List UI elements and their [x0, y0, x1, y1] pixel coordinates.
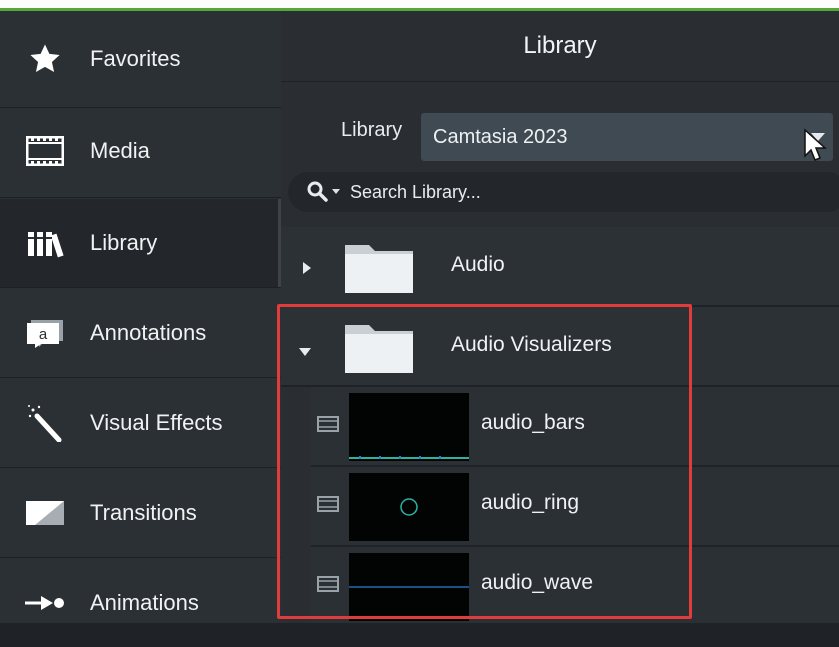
folder-name: Audio [451, 253, 505, 276]
asset-row-audio-bars[interactable]: audio_bars [311, 387, 839, 465]
animation-arrow-icon [0, 593, 90, 613]
asset-name: audio_bars [481, 411, 585, 434]
media-clip-icon [317, 496, 339, 517]
search-input[interactable]: Search Library... [350, 182, 481, 203]
sidebar-item-label: Annotations [90, 320, 207, 345]
svg-text:a: a [39, 326, 48, 343]
library-books-icon [0, 228, 90, 258]
divider [0, 467, 281, 468]
divider [281, 81, 839, 82]
asset-thumbnail [349, 473, 469, 541]
sidebar-item-animations[interactable]: Animations [0, 559, 281, 647]
folder-row-audio[interactable]: Audio [281, 227, 839, 305]
sidebar-item-annotations[interactable]: a Annotations [0, 289, 281, 377]
sidebar-item-media[interactable]: Media [0, 107, 281, 195]
divider [0, 287, 281, 288]
sidebar-item-label: Media [90, 138, 150, 163]
search-options-chevron-icon[interactable] [332, 189, 340, 194]
top-edge [0, 0, 839, 11]
asset-row-audio-ring[interactable]: audio_ring [311, 467, 839, 545]
search-bar[interactable]: Search Library... [288, 172, 839, 212]
collapse-arrow-icon[interactable] [299, 343, 311, 361]
library-dropdown-value: Camtasia 2023 [433, 126, 568, 148]
sidebar: Favorites Media Library a Annotations Vi… [0, 11, 281, 623]
mouse-cursor-icon [803, 128, 829, 167]
library-panel: Library Library Camtasia 2023 Search Lib… [281, 11, 839, 623]
asset-row-audio-wave[interactable]: audio_wave [311, 547, 839, 623]
asset-thumbnail [349, 393, 469, 461]
asset-name: audio_wave [481, 571, 594, 594]
asset-thumbnail [349, 553, 469, 621]
annotation-icon: a [0, 317, 90, 349]
film-icon [0, 136, 90, 166]
folder-name: Audio Visualizers [451, 333, 612, 356]
media-clip-icon [317, 416, 339, 437]
folder-row-audio-visualizers[interactable]: Audio Visualizers [281, 307, 839, 385]
divider [0, 377, 281, 378]
panel-title: Library [281, 11, 839, 81]
sidebar-item-label: Visual Effects [90, 410, 223, 435]
sidebar-item-label: Favorites [90, 46, 181, 71]
magic-wand-icon [0, 404, 90, 442]
sidebar-item-transitions[interactable]: Transitions [0, 469, 281, 557]
library-dropdown[interactable]: Camtasia 2023 [421, 113, 833, 161]
search-icon[interactable] [307, 181, 329, 208]
divider [0, 197, 281, 198]
sidebar-item-label: Animations [90, 590, 199, 615]
media-clip-icon [317, 576, 339, 597]
library-select-label: Library [341, 119, 403, 141]
sidebar-item-label: Transitions [90, 500, 197, 525]
sidebar-item-favorites[interactable]: Favorites [0, 15, 281, 103]
transition-icon [0, 500, 90, 526]
star-icon [0, 42, 90, 76]
folder-icon [343, 321, 415, 380]
sidebar-item-visual-effects[interactable]: Visual Effects [0, 379, 281, 467]
divider [0, 557, 281, 558]
library-select-row: Library Camtasia 2023 [281, 99, 839, 165]
folder-icon [343, 241, 415, 300]
expand-arrow-icon[interactable] [303, 261, 311, 279]
sidebar-item-library[interactable]: Library [0, 199, 281, 287]
sidebar-item-label: Library [90, 230, 158, 255]
asset-name: audio_ring [481, 491, 580, 514]
